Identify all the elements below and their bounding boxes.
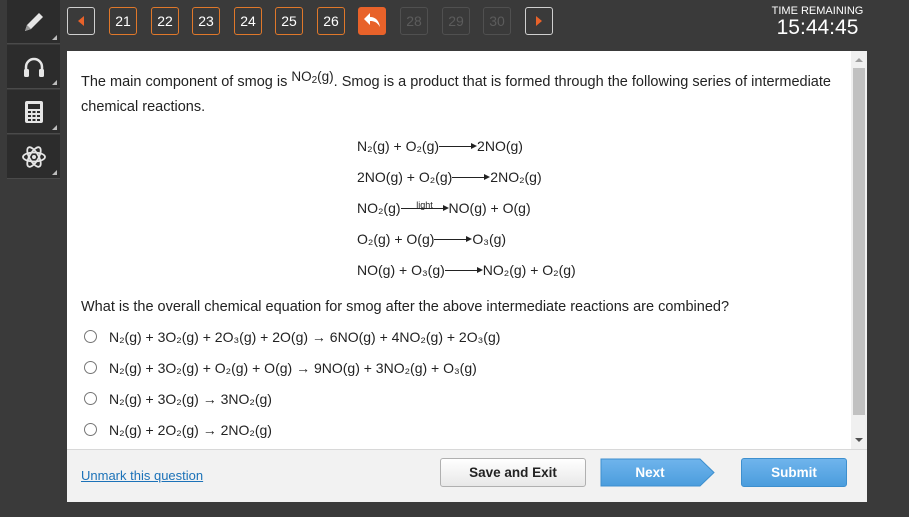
answer-option[interactable]: N₂(g) + 3O₂(g) + O₂(g) + O(g) → 9NO(g) +… [84, 352, 851, 383]
chevron-left-icon [77, 13, 85, 29]
intro-formula: NO2(g) [291, 69, 334, 86]
reaction-row: NO(g) + O₃(g) NO₂(g) + O₂(g) [357, 255, 851, 286]
previous-button[interactable] [67, 7, 95, 35]
question-prompt: What is the overall chemical equation fo… [81, 299, 730, 315]
chevron-right-icon [535, 13, 543, 29]
question-panel: The main component of smog is NO2(g). Sm… [67, 51, 867, 449]
headphones-icon [20, 53, 48, 81]
question-number-button-disabled: 29 [442, 7, 470, 35]
scroll-down-icon[interactable] [855, 438, 863, 442]
answer-option[interactable]: N₂(g) + 2O₂(g) → 2NO₂(g) [84, 414, 851, 445]
reaction-reactants: NO(g) + O₃(g) [357, 262, 445, 278]
reaction-reactants: 2NO(g) + O₂(g) [357, 169, 453, 185]
question-number-button[interactable]: 24 [234, 7, 262, 35]
question-number-button-disabled: 30 [483, 7, 511, 35]
answer-option[interactable]: N₂(g) + 3O₂(g) + 2O₃(g) + 2O(g) → 6NO(g)… [84, 321, 851, 352]
radio-button[interactable] [84, 361, 97, 374]
answer-options: N₂(g) + 3O₂(g) + 2O₃(g) + 2O(g) → 6NO(g)… [81, 321, 851, 445]
answer-option-text[interactable]: N₂(g) + 3O₂(g) + O₂(g) + O(g) → 9NO(g) +… [109, 360, 477, 376]
radio-button[interactable] [84, 392, 97, 405]
return-arrow-icon [363, 12, 381, 31]
reaction-arrow: light [400, 200, 449, 213]
headphones-tool-button[interactable] [7, 45, 60, 89]
reaction-arrow [444, 265, 483, 275]
reaction-products: O₃(g) [472, 231, 507, 247]
intro-text: The main component of smog is [81, 74, 292, 90]
reaction-arrow [434, 234, 473, 244]
pencil-tool-button[interactable] [7, 0, 60, 44]
calculator-tool-button[interactable] [7, 90, 60, 134]
answer-option-text[interactable]: N₂(g) + 3O₂(g) → 3NO₂(g) [109, 391, 272, 407]
question-number-button[interactable]: 23 [192, 7, 220, 35]
radio-button[interactable] [84, 330, 97, 343]
return-button[interactable] [358, 7, 386, 35]
next-nav-button[interactable] [525, 7, 553, 35]
calculator-icon [20, 98, 48, 126]
reaction-arrow [439, 141, 478, 151]
next-button-label: Next [635, 465, 665, 480]
question-number-button[interactable]: 26 [317, 7, 345, 35]
radio-button[interactable] [84, 423, 97, 436]
reaction-reactants: O₂(g) + O(g) [357, 231, 435, 247]
question-content: The main component of smog is NO2(g). Sm… [81, 64, 851, 445]
answer-option[interactable]: N₂(g) + 3O₂(g) → 3NO₂(g) [84, 383, 851, 414]
reaction-reactants: NO₂(g) [357, 200, 401, 216]
scroll-up-icon[interactable] [855, 58, 863, 62]
question-number-button[interactable]: 22 [151, 7, 179, 35]
scroll-thumb[interactable] [853, 68, 865, 415]
answer-option-text[interactable]: N₂(g) + 3O₂(g) + 2O₃(g) + 2O(g) → 6NO(g)… [109, 329, 500, 345]
next-button[interactable]: Next [600, 458, 715, 487]
reaction-row: 2NO(g) + O₂(g) 2NO₂(g) [357, 162, 851, 193]
question-number-button[interactable]: 21 [109, 7, 137, 35]
footer-bar: Unmark this question Save and Exit Next … [67, 449, 867, 502]
save-and-exit-button[interactable]: Save and Exit [440, 458, 586, 487]
reaction-row: NO₂(g) light NO(g) + O(g) [357, 193, 851, 224]
unmark-question-link[interactable]: Unmark this question [81, 468, 203, 483]
reaction-reactants: N₂(g) + O₂(g) [357, 138, 440, 154]
reaction-row: N₂(g) + O₂(g) 2NO(g) [357, 131, 851, 162]
timer-value: 15:44:45 [776, 16, 859, 39]
reference-tool-button[interactable] [7, 135, 60, 179]
reaction-arrow [452, 172, 491, 182]
reaction-row: O₂(g) + O(g) O₃(g) [357, 224, 851, 255]
reaction-products: 2NO₂(g) [490, 169, 542, 185]
formula-state: (g) [317, 69, 334, 84]
question-number-button[interactable]: 25 [275, 7, 303, 35]
reaction-products: 2NO(g) [477, 138, 523, 154]
answer-option-text[interactable]: N₂(g) + 2O₂(g) → 2NO₂(g) [109, 422, 272, 438]
question-number-button-disabled: 28 [400, 7, 428, 35]
submit-button[interactable]: Submit [741, 458, 847, 487]
question-intro: The main component of smog is NO2(g). Sm… [81, 64, 851, 120]
reaction-list: N₂(g) + O₂(g) 2NO(g) 2NO(g) + O₂(g) 2NO₂(g… [357, 131, 851, 286]
tool-sidebar [7, 0, 60, 180]
formula-main: NO [291, 69, 312, 84]
arrow-label: light [416, 200, 433, 210]
vertical-scrollbar[interactable] [851, 51, 867, 449]
pencil-icon [20, 8, 48, 36]
reaction-products: NO(g) + O(g) [448, 200, 531, 216]
reaction-products: NO₂(g) + O₂(g) [482, 262, 576, 278]
atom-icon [20, 143, 48, 171]
